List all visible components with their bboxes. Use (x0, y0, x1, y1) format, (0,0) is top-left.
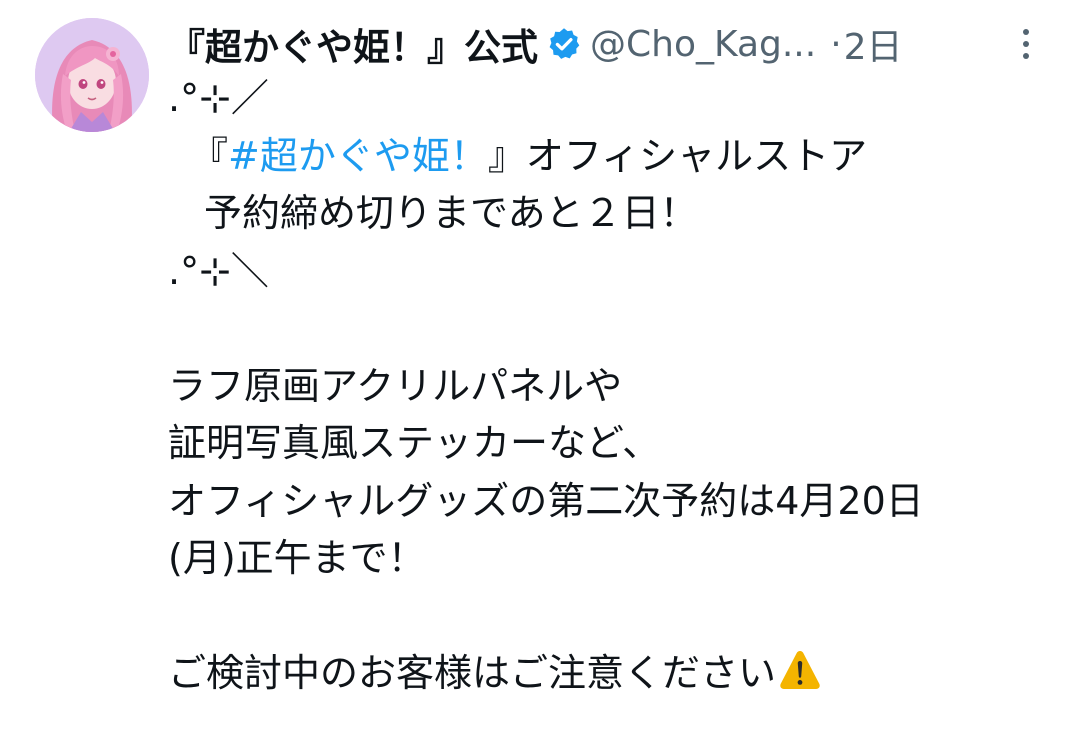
more-vertical-icon[interactable] (1016, 26, 1036, 62)
text-line-3: ラフ原画アクリルパネルや (168, 363, 623, 408)
text-line-5: オフィシャルグッズの第二次予約は4月20日 (168, 478, 924, 523)
warning-emoji-icon (778, 648, 822, 692)
text-line-1-rest: 』オフィシャルストア (487, 133, 868, 178)
text-line-2: 予約締め切りまであと２日！ (204, 191, 698, 235)
text-line-7: ご検討中のお客様はご注意ください (168, 645, 1068, 703)
text-line-1: 『#超かぐや姫！』オフィシャルストア (168, 128, 1068, 186)
post-header: 『超かぐや姫！』公式 @Cho_Kag... · 2日 (168, 18, 1080, 70)
display-name[interactable]: 『超かぐや姫！』公式 (168, 17, 538, 71)
bracket-open: 『 (190, 133, 229, 178)
separator-dot: · (830, 23, 842, 65)
text-line-6: (月)正午まで！ (168, 536, 426, 580)
avatar[interactable] (35, 18, 149, 132)
user-handle[interactable]: @Cho_Kag... (590, 24, 816, 65)
decoration-bottom: .°⊹＼ (168, 248, 269, 293)
verified-badge-icon (546, 26, 582, 62)
text-line-4: 証明写真風ステッカーなど、 (168, 421, 661, 465)
text-line-7-text: ご検討中のお客様はご注意ください (168, 651, 777, 695)
decoration-top: .°⊹／ (168, 76, 269, 120)
post-body: .°⊹／ 『#超かぐや姫！』オフィシャルストア 予約締め切りまであと２日！ .°… (168, 70, 1068, 703)
hashtag-link[interactable]: #超かぐや姫！ (228, 134, 488, 178)
avatar-image (35, 18, 149, 132)
post-timestamp[interactable]: 2日 (844, 18, 903, 70)
